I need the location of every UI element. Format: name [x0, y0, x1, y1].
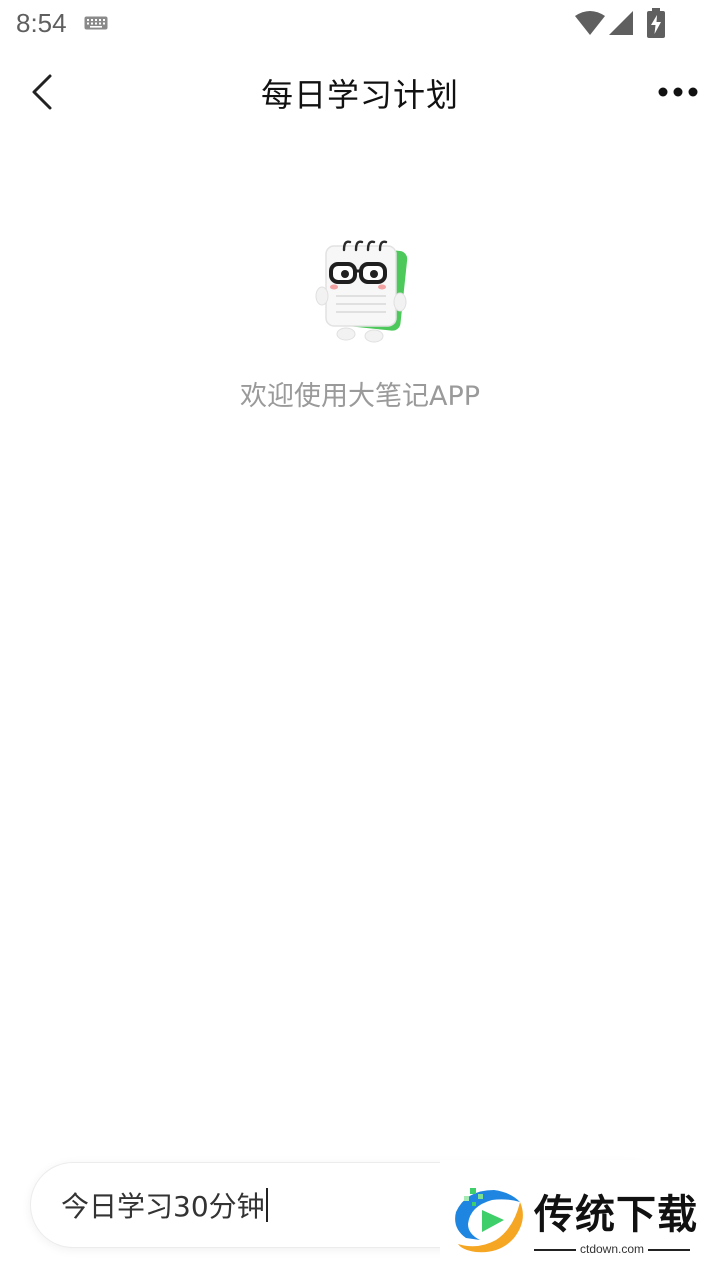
status-bar: 8:54 [0, 0, 720, 50]
text-caret [265, 1188, 268, 1222]
watermark-divider-right [648, 1249, 690, 1251]
plan-input-text: 今日学习30分钟 [61, 1185, 268, 1225]
watermark-title: 传统下载 [534, 1192, 698, 1238]
battery-charging-icon [647, 8, 665, 38]
signal-icon [609, 11, 633, 35]
keyboard-icon [84, 16, 108, 30]
page-title: 每日学习计划 [260, 76, 459, 114]
more-dots-icon [658, 87, 698, 97]
nav-bar: 每日学习计划 [0, 54, 720, 130]
watermark: 传统下载 ctdown.com [440, 1160, 706, 1268]
welcome-message: 欢迎使用大笔记APP [239, 381, 481, 412]
notebook-mascot-icon [315, 240, 408, 343]
watermark-logo-icon [455, 1188, 523, 1253]
status-time: 8:54 [16, 8, 67, 38]
screen: 8:54 每日学习计划 欢迎使用大笔记APP 今日学习30分钟 传统下载 ctd… [0, 0, 720, 1280]
watermark-divider-left [534, 1249, 576, 1251]
back-button[interactable] [20, 68, 68, 116]
plan-input-value: 今日学习30分钟 [61, 1190, 265, 1223]
chevron-left-icon [32, 74, 52, 110]
watermark-subtitle: ctdown.com [580, 1242, 645, 1256]
wifi-icon [575, 11, 605, 35]
more-button[interactable] [650, 74, 706, 110]
